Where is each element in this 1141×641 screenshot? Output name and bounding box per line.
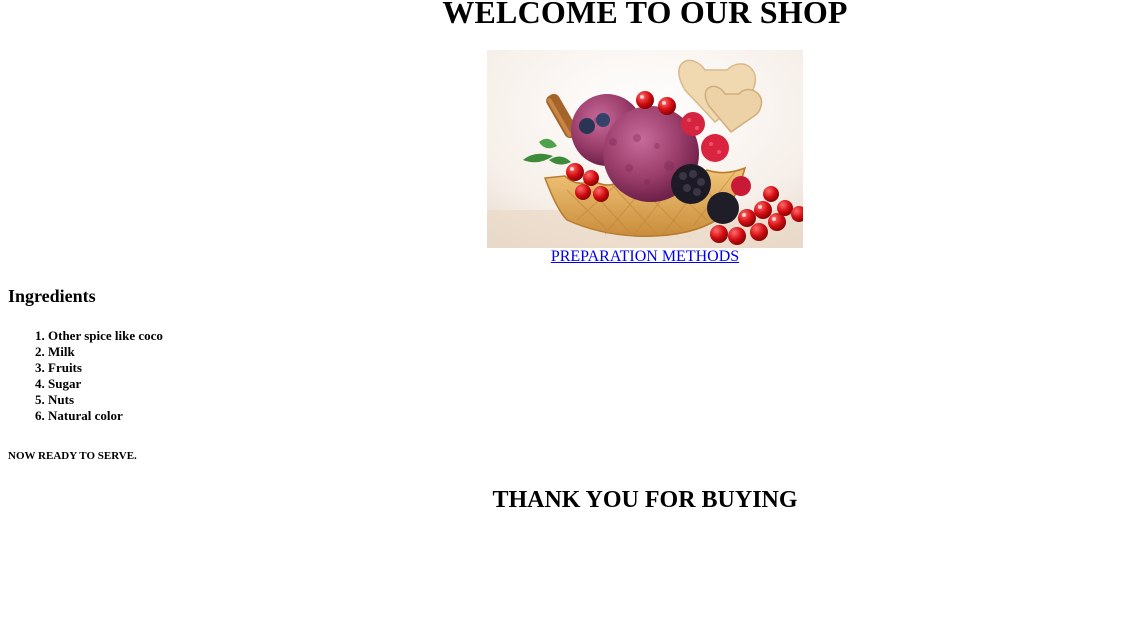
ingredient-item: Nuts [48, 392, 163, 408]
ingredient-item: Milk [48, 344, 163, 360]
thank-you-heading: THANK YOU FOR BUYING [492, 487, 798, 513]
ingredients-heading: Ingredients [8, 286, 96, 306]
ingredients-list: Other spice like coco Milk Fruits Sugar … [8, 328, 163, 424]
ready-to-serve-text: NOW READY TO SERVE. [8, 450, 137, 462]
ingredient-item: Other spice like coco [48, 328, 163, 344]
hero-image [487, 50, 803, 248]
ingredient-item: Sugar [48, 376, 163, 392]
ingredient-item: Fruits [48, 360, 163, 376]
page: WELCOME TO OUR SHOP PREPARATION METHODS … [0, 0, 1141, 641]
preparation-link-wrap: PREPARATION METHODS [0, 247, 1141, 267]
page-title: WELCOME TO OUR SHOP [442, 0, 848, 30]
preparation-methods-link[interactable]: PREPARATION METHODS [551, 248, 739, 265]
ingredient-item: Natural color [48, 408, 163, 424]
